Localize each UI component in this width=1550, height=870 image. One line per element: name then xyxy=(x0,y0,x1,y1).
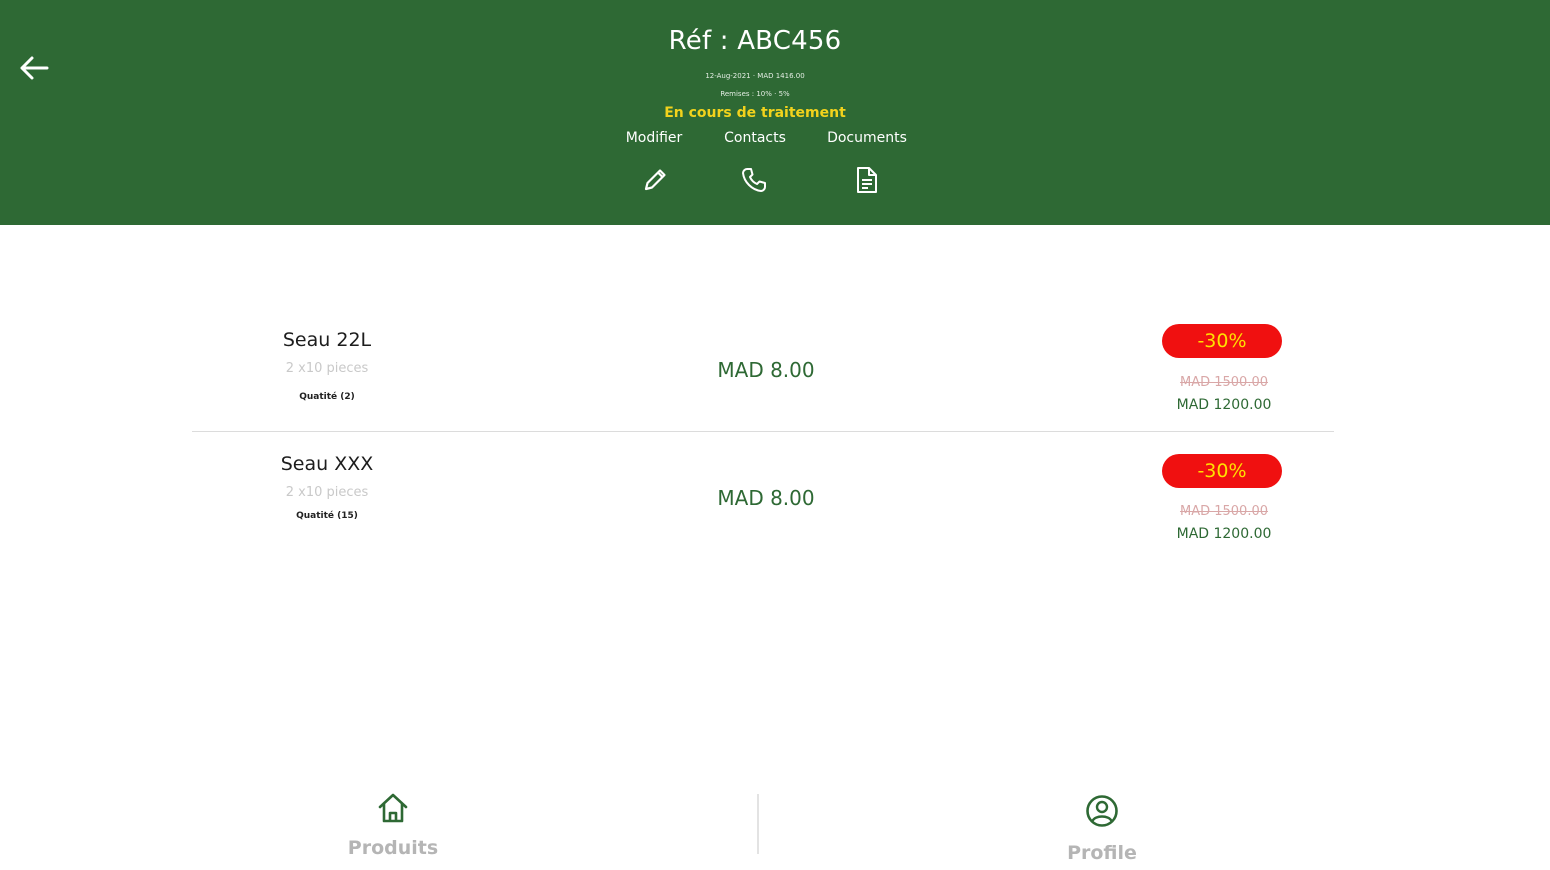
documents-label[interactable]: Documents xyxy=(827,130,907,146)
product-pack: 2 x10 pieces xyxy=(285,485,369,500)
bottom-nav: Produits Profile xyxy=(0,780,1550,870)
new-price: MAD 1200.00 xyxy=(1176,526,1272,542)
modifier-button[interactable] xyxy=(638,163,672,197)
product-unit-price: MAD 8.00 xyxy=(717,486,815,510)
nav-separator xyxy=(757,794,759,854)
page-title: Réf : ABC456 xyxy=(668,26,842,56)
home-icon xyxy=(378,793,408,823)
documents-button[interactable] xyxy=(850,163,884,197)
product-name: Seau 22L xyxy=(282,329,372,351)
status-badge: En cours de traitement xyxy=(664,105,846,121)
phone-icon xyxy=(742,168,766,192)
nav-profile[interactable]: Profile xyxy=(1042,792,1162,864)
product-quantity: Quatité (15) xyxy=(296,511,358,521)
product-unit-price: MAD 8.00 xyxy=(717,358,815,382)
old-price: MAD 1500.00 xyxy=(1179,504,1269,519)
pencil-icon xyxy=(644,169,666,191)
nav-profile-label: Profile xyxy=(1067,842,1137,864)
old-price: MAD 1500.00 xyxy=(1179,375,1269,390)
product-name: Seau XXX xyxy=(280,453,374,475)
row-divider xyxy=(192,431,1334,432)
product-pack: 2 x10 pieces xyxy=(285,361,369,376)
contacts-label[interactable]: Contacts xyxy=(724,130,786,146)
document-icon xyxy=(857,167,877,193)
product-quantity: Quatité (2) xyxy=(299,392,355,402)
order-meta-date-total: 12-Aug-2021 · MAD 1416.00 xyxy=(705,72,805,80)
discount-badge: -30% xyxy=(1162,454,1282,488)
new-price: MAD 1200.00 xyxy=(1176,397,1272,413)
contacts-button[interactable] xyxy=(737,163,771,197)
header-bar: Réf : ABC456 12-Aug-2021 · MAD 1416.00 R… xyxy=(0,0,1550,225)
user-circle-icon xyxy=(1086,795,1118,827)
discount-badge: -30% xyxy=(1162,324,1282,358)
nav-produits-label: Produits xyxy=(347,837,439,859)
modifier-label[interactable]: Modifier xyxy=(626,130,683,146)
nav-produits[interactable]: Produits xyxy=(333,790,453,860)
order-meta-discounts: Remises : 10% · 5% xyxy=(720,90,790,98)
